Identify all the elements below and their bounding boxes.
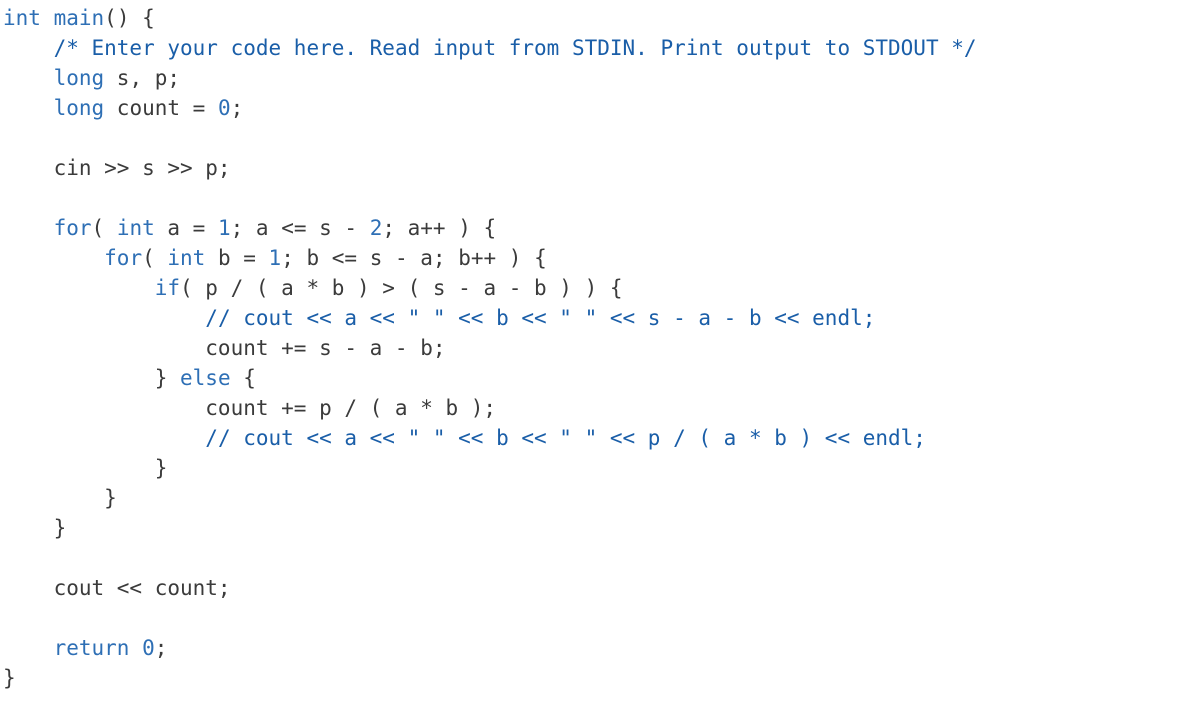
code-token: count += s - a - b; [3, 336, 446, 360]
code-line: // cout << a << " " << b << " " << p / (… [3, 423, 977, 453]
code-line: cout << count; [3, 573, 977, 603]
code-token: return [53, 636, 130, 660]
code-line: long s, p; [3, 63, 977, 93]
code-token: 2 [369, 216, 383, 240]
code-token: } [3, 456, 168, 480]
code-token: cout << count; [3, 576, 231, 600]
code-token: ( p / ( a * b ) > ( s - a - b ) ) { [180, 276, 623, 300]
code-line: ​ [3, 603, 977, 633]
code-token: else [180, 366, 231, 390]
code-token: cin >> s >> p; [3, 156, 231, 180]
code-editor[interactable]: int main() { /* Enter your code here. Re… [0, 0, 1191, 701]
code-token: int [3, 6, 41, 30]
code-token: main [53, 6, 105, 30]
code-line: ​ [3, 543, 977, 573]
code-token: if [154, 276, 181, 300]
code-token: 0 [142, 636, 155, 660]
code-token: } [3, 666, 16, 690]
code-line: for( int b = 1; b <= s - a; b++ ) { [3, 243, 977, 273]
code-line: ​ [3, 123, 977, 153]
code-line: } [3, 513, 977, 543]
code-line: // cout << a << " " << b << " " << s - a… [3, 303, 977, 333]
code-block[interactable]: int main() { /* Enter your code here. Re… [3, 3, 977, 693]
code-line: long count = 0; [3, 93, 977, 123]
code-token: ; a <= s - [230, 216, 370, 240]
code-token: count = [104, 96, 218, 120]
code-token: count += p / ( a * b ); [3, 396, 497, 420]
code-line: ​ [3, 183, 977, 213]
code-token: ; [154, 636, 168, 660]
code-line: count += p / ( a * b ); [3, 393, 977, 423]
code-token: long [53, 66, 105, 90]
code-token: ( [142, 246, 168, 270]
code-token: () { [104, 6, 155, 30]
code-token: ; a++ ) { [382, 216, 497, 240]
code-line: for( int a = 1; a <= s - 2; a++ ) { [3, 213, 977, 243]
code-line: } else { [3, 363, 977, 393]
code-token: 1 [217, 216, 231, 240]
code-token: int [116, 216, 155, 240]
code-token: b = [205, 246, 269, 270]
code-token: ; [230, 96, 244, 120]
code-token: } [3, 486, 117, 510]
code-token: for [104, 246, 143, 270]
code-token: for [53, 216, 92, 240]
code-line: /* Enter your code here. Read input from… [3, 33, 977, 63]
code-token: int [167, 246, 206, 270]
code-token: // cout << a << " " << b << " " << p / (… [205, 426, 926, 450]
code-line: count += s - a - b; [3, 333, 977, 363]
code-line: } [3, 483, 977, 513]
code-token: 0 [217, 96, 231, 120]
code-token: s, p; [104, 66, 181, 90]
code-token: a = [154, 216, 218, 240]
code-line: int main() { [3, 3, 977, 33]
code-token: /* Enter your code here. Read input from… [53, 36, 977, 60]
code-line: } [3, 663, 977, 693]
code-line: if( p / ( a * b ) > ( s - a - b ) ) { [3, 273, 977, 303]
code-line: return 0; [3, 633, 977, 663]
code-token: } [3, 516, 67, 540]
code-token: long [53, 96, 105, 120]
code-line: cin >> s >> p; [3, 153, 977, 183]
code-token: 1 [268, 246, 282, 270]
code-token: ( [91, 216, 117, 240]
code-token: // cout << a << " " << b << " " << s - a… [205, 306, 876, 330]
code-token: ; b <= s - a; b++ ) { [281, 246, 547, 270]
code-line: } [3, 453, 977, 483]
code-token: { [230, 366, 256, 390]
code-token: } [3, 366, 181, 390]
